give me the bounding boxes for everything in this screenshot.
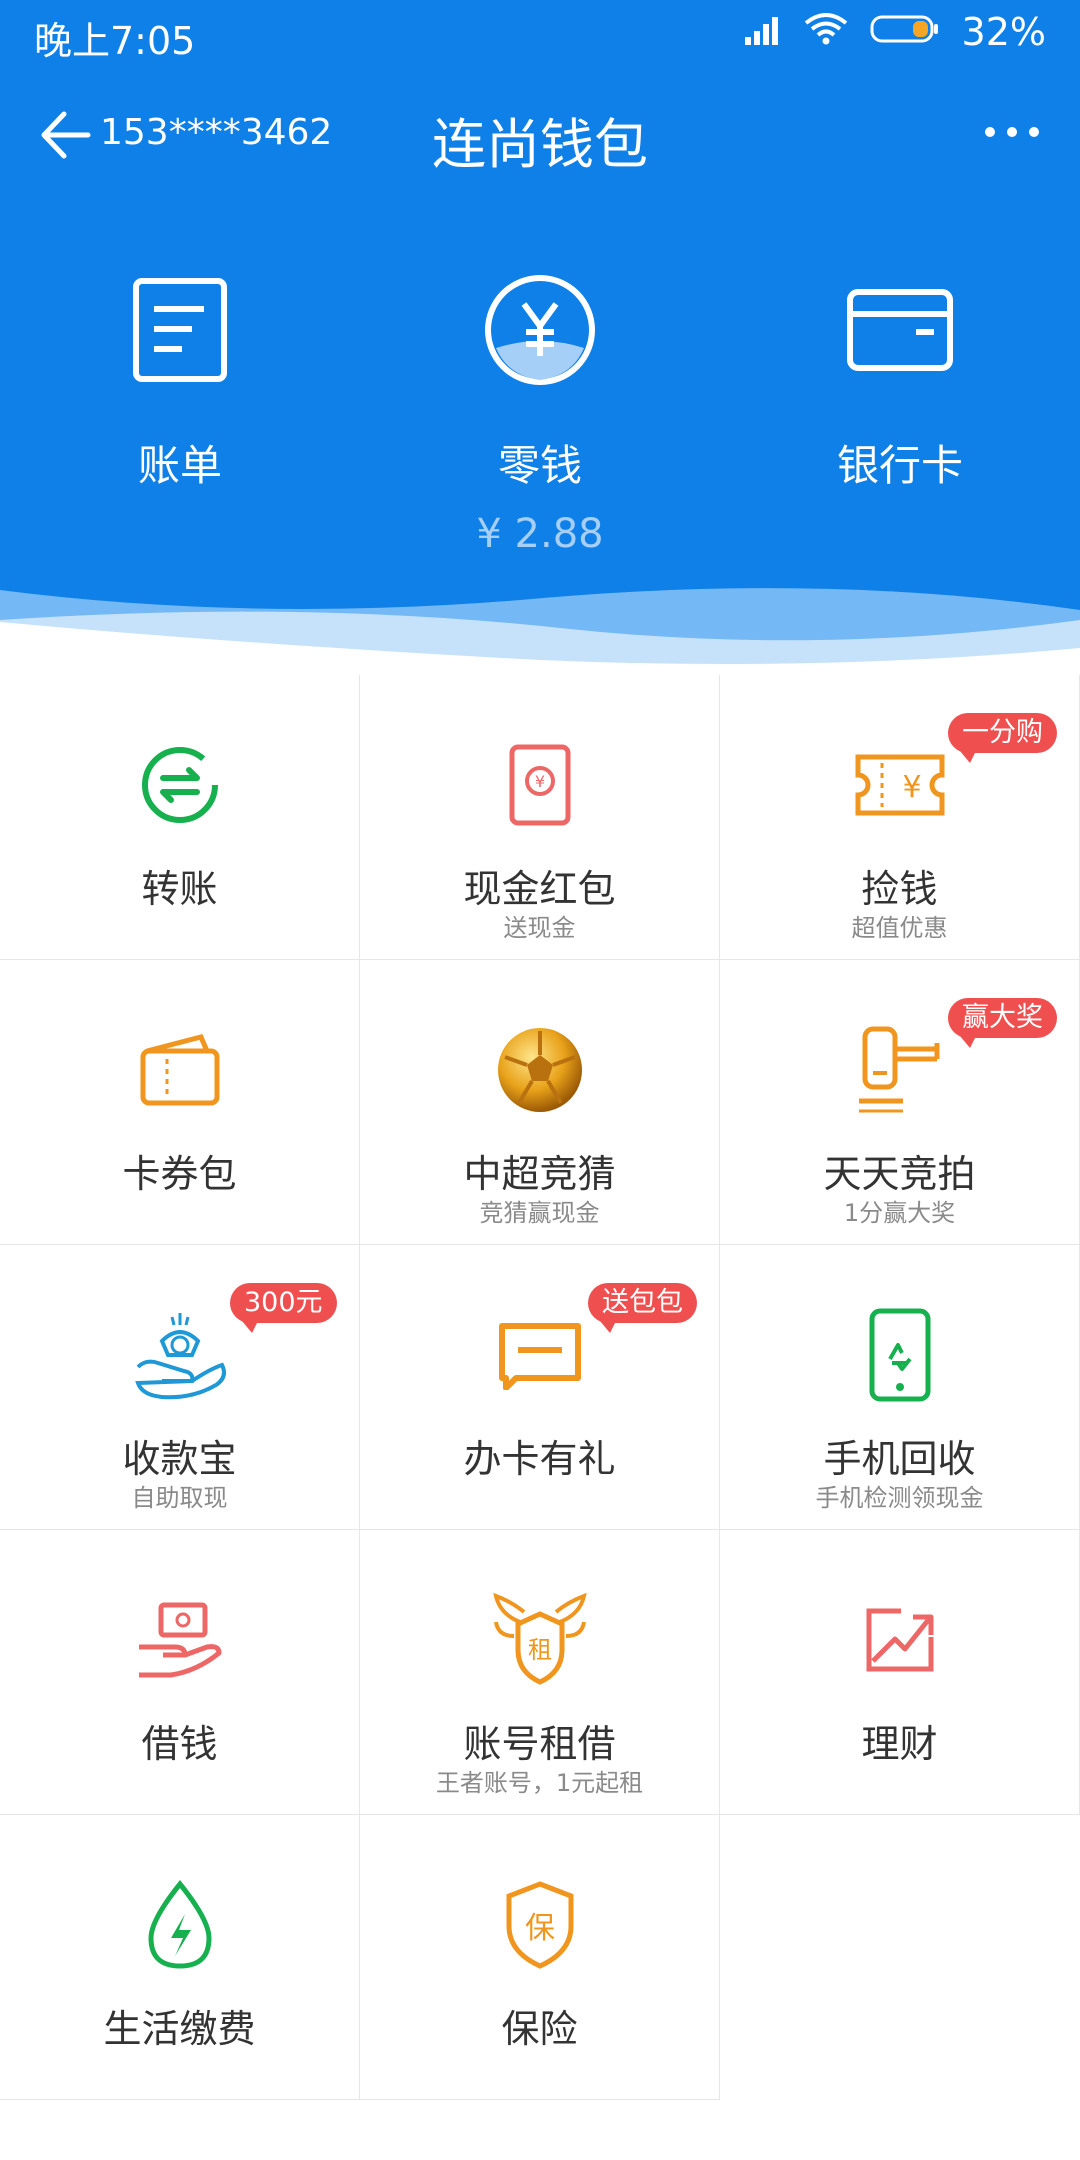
- money-bag-hand-icon: [125, 1300, 235, 1410]
- card-wallet-icon: [125, 1015, 235, 1125]
- signal-icon: [744, 10, 782, 54]
- bill-icon: [0, 270, 360, 390]
- battery-icon: [870, 10, 940, 54]
- ticket-icon: ¥: [845, 730, 955, 840]
- rent-shield-icon: 租: [485, 1585, 595, 1695]
- change-balance: ¥ 2.88: [476, 511, 604, 557]
- grid-label: 办卡有礼: [463, 1437, 616, 1481]
- grid-label: 转账: [141, 867, 218, 911]
- status-bar: 晚上7:05 32%: [0, 0, 1080, 70]
- svg-text:¥: ¥: [902, 770, 921, 805]
- phone-recycle-icon: [845, 1300, 955, 1410]
- grid-label: 卡券包: [122, 1152, 237, 1196]
- top-nav-bank-card[interactable]: 银行卡: [720, 270, 1080, 493]
- grid-item-account-rental[interactable]: 租 账号租借 王者账号，1元起租: [360, 1530, 720, 1815]
- grid-label: 保险: [501, 2007, 578, 2051]
- transfer-icon: [125, 730, 235, 840]
- status-time: 晚上7:05: [34, 19, 196, 63]
- red-envelope-icon: ¥: [485, 730, 595, 840]
- battery-percent: 32%: [961, 10, 1046, 54]
- grid-sub: 自助取现: [131, 1484, 228, 1512]
- top-nav: 账单 零钱 ¥ 2.88 银行卡: [0, 270, 1080, 570]
- status-right: 32%: [744, 10, 1046, 54]
- grid-item-phone-recycle[interactable]: 手机回收 手机检测领现金: [720, 1245, 1080, 1530]
- grid-label: 手机回收: [823, 1437, 976, 1481]
- grid-sub: 1分赢大奖: [843, 1199, 956, 1227]
- grid-item-insurance[interactable]: 保 保险: [360, 1815, 720, 2100]
- grid-item-transfer[interactable]: 转账: [0, 675, 360, 960]
- top-nav-change-label: 零钱: [497, 441, 582, 490]
- grid-item-card-gift[interactable]: 办卡有礼 送包包: [360, 1245, 720, 1530]
- top-nav-bill-label: 账单: [137, 441, 222, 490]
- header-wave: [0, 588, 1080, 680]
- more-dots-icon[interactable]: [982, 112, 1042, 152]
- auction-hammer-icon: [845, 1015, 955, 1125]
- wallet-header: 晚上7:05 32% 153****3462 连尚钱包 账单 零钱 ¥ 2.88…: [0, 0, 1080, 680]
- top-nav-bank-card-label: 银行卡: [836, 441, 963, 490]
- svg-text:租: 租: [528, 1636, 552, 1664]
- promo-badge: 300元: [230, 1283, 337, 1333]
- grid-sub: 王者账号，1元起租: [435, 1769, 644, 1797]
- grid-label: 中超竞猜: [463, 1152, 616, 1196]
- grid-item-borrow-money[interactable]: 借钱: [0, 1530, 360, 1815]
- navbar: 153****3462 连尚钱包: [0, 90, 1080, 180]
- grid-label: 收款宝: [122, 1437, 237, 1481]
- grid-item-wealth-management[interactable]: 理财: [720, 1530, 1080, 1815]
- promo-badge: 一分购: [948, 713, 1057, 763]
- page-title: 连尚钱包: [432, 113, 648, 176]
- svg-text:¥: ¥: [534, 772, 544, 791]
- grid-label: 借钱: [141, 1722, 218, 1766]
- grid-sub: 竞猜赢现金: [479, 1199, 600, 1227]
- yuan-coin-icon: [360, 270, 720, 390]
- grid-sub: 送现金: [503, 914, 576, 942]
- grid-item-card-wallet[interactable]: 卡券包: [0, 960, 360, 1245]
- grid-label: 账号租借: [463, 1722, 616, 1766]
- trend-chart-icon: [845, 1585, 955, 1695]
- promo-badge: 送包包: [588, 1283, 697, 1333]
- grid-label: 理财: [861, 1722, 938, 1766]
- promo-badge: 赢大奖: [948, 998, 1057, 1048]
- card-icon: [485, 1300, 595, 1410]
- grid-item-csl-guess[interactable]: 中超竞猜 竞猜赢现金: [360, 960, 720, 1245]
- svg-text:保: 保: [525, 1911, 555, 1946]
- grid-label: 现金红包: [463, 867, 616, 911]
- grid-sub: 超值优惠: [851, 914, 948, 942]
- grid-label: 生活缴费: [103, 2007, 256, 2051]
- grid-item-daily-auction[interactable]: 天天竞拍 1分赢大奖 赢大奖: [720, 960, 1080, 1245]
- grid-item-utility-payment[interactable]: 生活缴费: [0, 1815, 360, 2100]
- grid-label: 天天竞拍: [823, 1152, 976, 1196]
- loan-hand-icon: [125, 1585, 235, 1695]
- football-icon: [485, 1015, 595, 1125]
- grid-sub: 手机检测领现金: [815, 1484, 984, 1512]
- insurance-shield-icon: 保: [485, 1870, 595, 1980]
- top-nav-bill[interactable]: 账单: [0, 270, 360, 493]
- grid-label: 捡钱: [861, 867, 938, 911]
- wifi-icon: [804, 10, 848, 54]
- grid-item-cash-red-envelope[interactable]: ¥ 现金红包 送现金: [360, 675, 720, 960]
- bank-card-icon: [720, 270, 1080, 390]
- grid-item-pick-money[interactable]: ¥ 捡钱 超值优惠 一分购: [720, 675, 1080, 960]
- grid-item-collect-treasure[interactable]: 收款宝 自助取现 300元: [0, 1245, 360, 1530]
- top-nav-change[interactable]: 零钱 ¥ 2.88: [360, 270, 720, 557]
- water-bolt-icon: [125, 1870, 235, 1980]
